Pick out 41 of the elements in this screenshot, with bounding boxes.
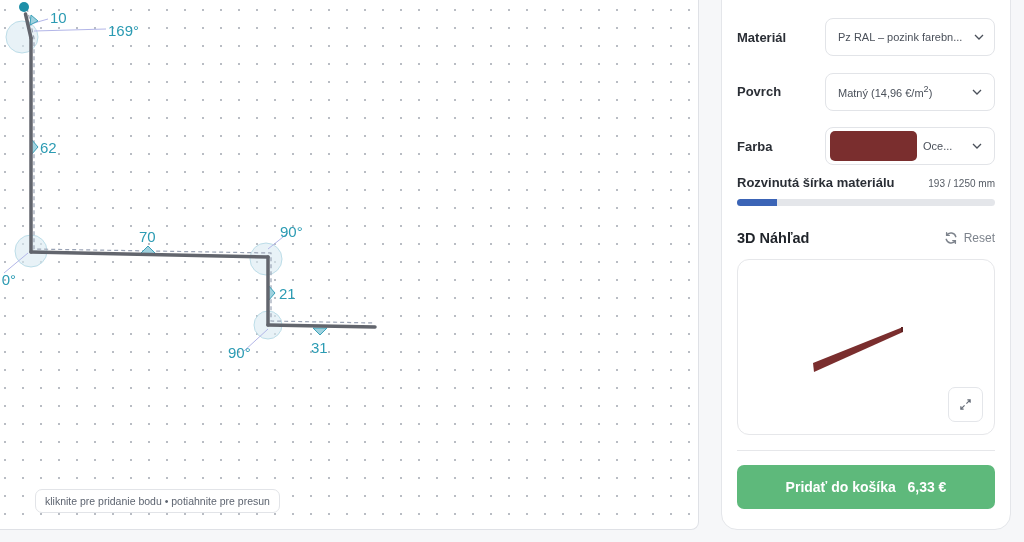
angle-arc xyxy=(5,20,39,54)
leader-line xyxy=(33,18,49,24)
chevron-down-icon xyxy=(974,34,985,40)
reset-button[interactable]: Reset xyxy=(943,230,995,245)
dimension-label[interactable]: 31 xyxy=(311,339,328,356)
dimension-label[interactable]: 62 xyxy=(40,139,57,156)
refresh-icon xyxy=(943,230,958,245)
dimension-marker[interactable] xyxy=(312,327,328,336)
leader-line xyxy=(3,252,29,274)
material-width-label: Rozvinutá šírka materiálu xyxy=(737,174,895,190)
dimension-marker[interactable] xyxy=(267,284,276,302)
field-label: Materiál xyxy=(737,29,787,45)
angle-arc xyxy=(253,310,283,340)
angle-arc xyxy=(249,242,283,276)
dimension-marker[interactable] xyxy=(29,14,39,26)
profile-segment[interactable] xyxy=(29,250,270,259)
start-point-handle[interactable] xyxy=(19,2,29,12)
profile-segment[interactable] xyxy=(266,323,377,329)
color-select[interactable]: Oce... xyxy=(825,127,995,165)
chevron-down-icon xyxy=(972,88,982,95)
dimension-label[interactable]: 10 xyxy=(50,9,67,26)
material-width-reading: 193 / 1250 mm xyxy=(928,177,995,189)
dimension-label[interactable]: 21 xyxy=(279,285,296,302)
add-to-cart-button[interactable]: Pridať do košíka 6,33 € xyxy=(737,464,995,509)
profile-segment[interactable] xyxy=(23,12,33,40)
field-label: Povrch xyxy=(737,84,782,99)
angle-label[interactable]: 90° xyxy=(228,344,251,361)
hint-label: kliknite pre pridanie bodu • potiahnite pre presun xyxy=(35,489,280,513)
field-label: Farba xyxy=(737,138,773,154)
dimension-marker[interactable] xyxy=(139,245,157,255)
angle-label[interactable]: 0° xyxy=(1,271,16,288)
dimension-marker[interactable] xyxy=(30,138,39,156)
expand-icon xyxy=(959,397,972,411)
section-title: 3D Náhľad xyxy=(737,229,810,246)
angle-label[interactable]: 90° xyxy=(280,223,303,240)
dimension-label[interactable]: 70 xyxy=(139,228,156,245)
select-field[interactable]: Pz RAL – pozink farebn... xyxy=(825,18,995,56)
chevron-down-icon xyxy=(972,143,982,149)
angle-arc xyxy=(14,234,48,268)
select-field[interactable]: Matný (14,96 €/m$^{2}$) xyxy=(825,72,995,111)
angle-label[interactable]: 169° xyxy=(108,22,140,39)
